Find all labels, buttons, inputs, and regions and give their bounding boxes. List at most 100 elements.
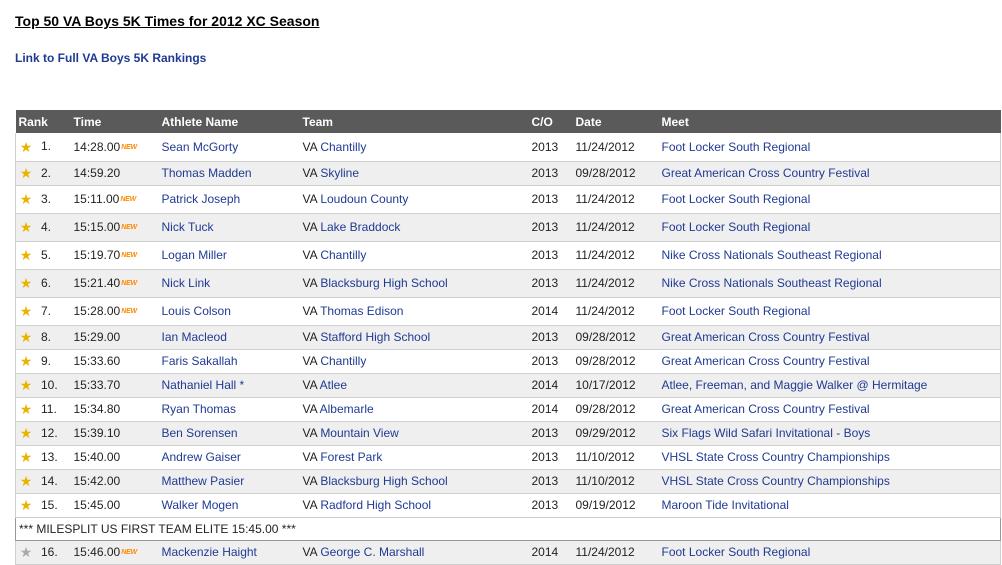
star-icon[interactable]: ★ — [19, 545, 33, 559]
athlete-link[interactable]: Ian Macleod — [162, 330, 227, 344]
star-icon[interactable]: ★ — [19, 498, 33, 512]
meet-link[interactable]: Great American Cross Country Festival — [662, 402, 870, 416]
meet-link[interactable]: Foot Locker South Regional — [662, 220, 811, 234]
cell-date: 11/24/2012 — [572, 185, 659, 214]
meet-link[interactable]: Maroon Tide Invitational — [662, 498, 789, 512]
star-icon[interactable]: ★ — [19, 220, 33, 234]
star-icon[interactable]: ★ — [19, 330, 33, 344]
time-value: 14:59.20 — [73, 166, 121, 180]
athlete-link[interactable]: Ben Sorensen — [162, 426, 238, 440]
meet-link[interactable]: VHSL State Cross Country Championships — [662, 450, 890, 464]
athlete-link[interactable]: Nick Tuck — [162, 220, 214, 234]
star-icon[interactable]: ★ — [19, 276, 33, 290]
rank-number: 7. — [41, 303, 52, 318]
team-link[interactable]: Chantilly — [320, 248, 366, 262]
cell-date: 09/28/2012 — [572, 349, 659, 374]
star-icon[interactable]: ★ — [19, 474, 33, 488]
meet-link[interactable]: Nike Cross Nationals Southeast Regional — [662, 248, 882, 262]
meet-link[interactable]: Great American Cross Country Festival — [662, 166, 870, 180]
meet-link[interactable]: Six Flags Wild Safari Invitational - Boy… — [662, 426, 871, 440]
athlete-link[interactable]: Andrew Gaiser — [162, 450, 241, 464]
athlete-link[interactable]: Faris Sakallah — [162, 354, 238, 368]
team-link[interactable]: Albemarle — [320, 402, 374, 416]
team-link[interactable]: Lake Braddock — [320, 220, 400, 234]
cell-rank: ★ 3. — [15, 185, 71, 214]
team-link[interactable]: Blacksburg High School — [320, 474, 447, 488]
meet-link[interactable]: Foot Locker South Regional — [662, 304, 811, 318]
team-link[interactable]: George C. Marshall — [320, 545, 424, 559]
star-icon[interactable]: ★ — [19, 378, 33, 392]
cell-date: 11/24/2012 — [572, 133, 659, 162]
meet-link[interactable]: Nike Cross Nationals Southeast Regional — [662, 276, 882, 290]
cell-athlete: Logan Miller — [158, 241, 300, 270]
star-icon[interactable]: ★ — [19, 248, 33, 262]
meet-link[interactable]: Foot Locker South Regional — [662, 140, 811, 154]
cell-meet: Great American Cross Country Festival — [658, 161, 1001, 186]
team-link[interactable]: Forest Park — [320, 450, 382, 464]
team-link[interactable]: Loudoun County — [320, 192, 408, 206]
table-row: ★ 5. 15:19.70NEW Logan Miller VA Chantilly 20… — [15, 241, 1001, 270]
athlete-link[interactable]: Thomas Madden — [162, 166, 252, 180]
star-icon[interactable]: ★ — [19, 304, 33, 318]
star-icon[interactable]: ★ — [19, 450, 33, 464]
team-link[interactable]: Mountain View — [320, 426, 399, 440]
header-date: Date — [572, 110, 659, 133]
star-icon[interactable]: ★ — [19, 166, 33, 180]
athlete-link[interactable]: Sean McGorty — [162, 140, 239, 154]
time-value: 15:45.00 — [73, 498, 121, 512]
meet-link[interactable]: Great American Cross Country Festival — [662, 354, 870, 368]
athlete-link[interactable]: Louis Colson — [162, 304, 231, 318]
meet-link[interactable]: VHSL State Cross Country Championships — [662, 474, 890, 488]
rank-number: 13. — [41, 449, 58, 464]
cell-athlete: Thomas Madden — [158, 161, 300, 186]
meet-link[interactable]: Foot Locker South Regional — [662, 192, 811, 206]
athlete-link[interactable]: Nathaniel Hall * — [162, 378, 245, 392]
cell-team: VA Atlee — [299, 373, 529, 398]
new-badge-icon: NEW — [121, 280, 137, 288]
cell-meet: Nike Cross Nationals Southeast Regional — [658, 241, 1001, 270]
team-link[interactable]: Stafford High School — [320, 330, 430, 344]
athlete-link[interactable]: Patrick Joseph — [162, 192, 241, 206]
page-title: Top 50 VA Boys 5K Times for 2012 XC Seas… — [15, 13, 320, 29]
star-icon[interactable]: ★ — [19, 354, 33, 368]
meet-link[interactable]: Atlee, Freeman, and Maggie Walker @ Herm… — [662, 378, 928, 392]
athlete-link[interactable]: Matthew Pasier — [162, 474, 245, 488]
meet-link[interactable]: Foot Locker South Regional — [662, 545, 811, 559]
cell-rank: ★ 4. — [15, 213, 71, 242]
star-icon[interactable]: ★ — [19, 426, 33, 440]
team-link[interactable]: Chantilly — [320, 140, 366, 154]
table-row: ★ 15. 15:45.00 Walker Mogen VA Radford High … — [15, 493, 1001, 518]
team-link[interactable]: Radford High School — [320, 498, 431, 512]
team-link[interactable]: Blacksburg High School — [320, 276, 447, 290]
team-state: VA — [302, 426, 317, 440]
header-time: Time — [70, 110, 159, 133]
star-icon[interactable]: ★ — [19, 192, 33, 206]
team-link[interactable]: Thomas Edison — [320, 304, 403, 318]
new-badge-icon: NEW — [121, 252, 137, 260]
star-icon[interactable]: ★ — [19, 140, 33, 154]
athlete-link[interactable]: Walker Mogen — [162, 498, 239, 512]
cell-meet: Great American Cross Country Festival — [658, 325, 1001, 350]
full-rankings-link[interactable]: Link to Full VA Boys 5K Rankings — [15, 51, 206, 65]
cell-team: VA Mountain View — [299, 421, 529, 446]
rank-number: 6. — [41, 275, 52, 290]
star-icon[interactable]: ★ — [19, 402, 33, 416]
table-row: ★ 11. 15:34.80 Ryan Thomas VA Albemarle 2014 0… — [15, 397, 1001, 422]
team-state: VA — [302, 402, 317, 416]
athlete-link[interactable]: Logan Miller — [162, 248, 227, 262]
athlete-link[interactable]: Mackenzie Haight — [162, 545, 257, 559]
cell-meet: VHSL State Cross Country Championships — [658, 445, 1001, 470]
cell-date: 09/28/2012 — [572, 397, 659, 422]
cell-rank: ★ 2. — [15, 161, 71, 186]
team-link[interactable]: Chantilly — [320, 354, 366, 368]
rank-number: 8. — [41, 329, 52, 344]
cell-date: 11/24/2012 — [572, 213, 659, 242]
team-link[interactable]: Atlee — [320, 378, 347, 392]
team-state: VA — [302, 498, 317, 512]
cell-meet: Foot Locker South Regional — [658, 133, 1001, 162]
athlete-link[interactable]: Nick Link — [162, 276, 211, 290]
cell-date: 11/24/2012 — [572, 297, 659, 326]
athlete-link[interactable]: Ryan Thomas — [162, 402, 236, 416]
team-link[interactable]: Skyline — [320, 166, 359, 180]
meet-link[interactable]: Great American Cross Country Festival — [662, 330, 870, 344]
